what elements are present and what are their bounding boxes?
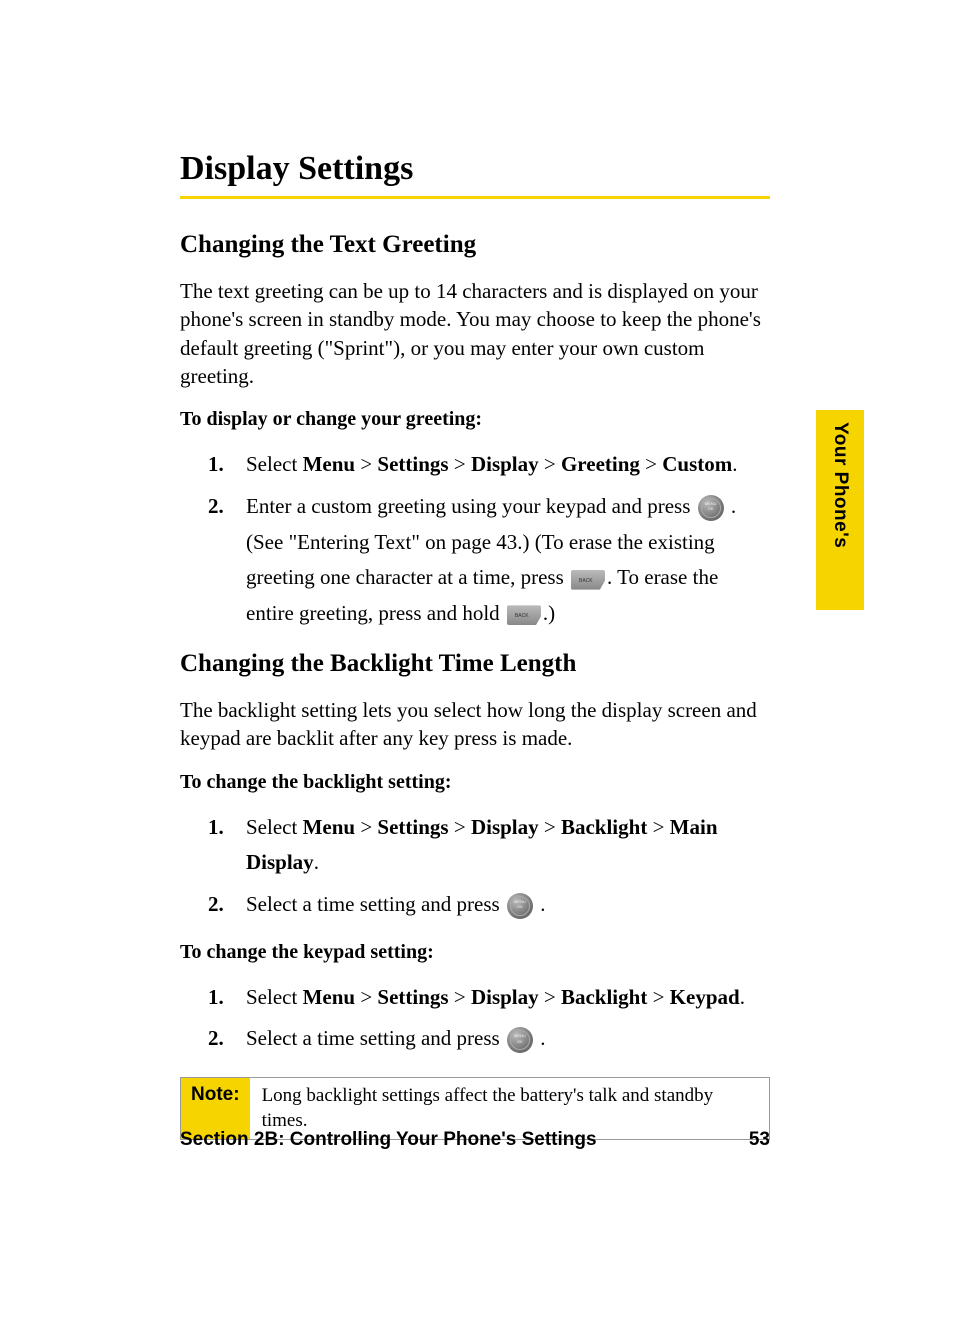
subheading-text-greeting: Changing the Text Greeting <box>180 231 770 259</box>
paragraph-text-greeting: The text greeting can be up to 14 charac… <box>180 277 770 390</box>
step-text: Select a time setting and press <box>246 892 505 916</box>
ok-button-icon <box>507 893 533 919</box>
step-number: 2. <box>208 489 224 525</box>
step-text: . <box>535 892 546 916</box>
step-number: 2. <box>208 1021 224 1057</box>
step-number: 1. <box>208 810 224 846</box>
list-item: 2. Enter a custom greeting using your ke… <box>208 489 770 632</box>
list-item: 2. Select a time setting and press . <box>208 1021 770 1057</box>
section-tab-label: Your Phone's <box>829 422 851 548</box>
step-text: .) <box>543 601 555 625</box>
page-footer: Section 2B: Controlling Your Phone's Set… <box>180 1129 770 1151</box>
step-number: 1. <box>208 447 224 483</box>
separator: > <box>449 452 471 476</box>
menu-item: Settings <box>377 815 448 839</box>
menu-item: Backlight <box>561 985 647 1009</box>
step-text: Select a time setting and press <box>246 1026 505 1050</box>
footer-section-label: Section 2B: Controlling Your Phone's Set… <box>180 1129 597 1151</box>
separator: > <box>449 985 471 1009</box>
menu-item: Custom <box>662 452 732 476</box>
lead-display-greeting: To display or change your greeting: <box>180 408 770 431</box>
step-text: Select <box>246 452 303 476</box>
ok-button-icon <box>698 495 724 521</box>
menu-item: Greeting <box>561 452 640 476</box>
back-button-icon <box>571 570 605 590</box>
section-tab: Your Phone's <box>816 410 864 610</box>
menu-item: Display <box>471 815 539 839</box>
step-text: Select <box>246 815 303 839</box>
menu-item: Backlight <box>561 815 647 839</box>
period: . <box>314 850 319 874</box>
separator: > <box>647 985 669 1009</box>
footer-page-number: 53 <box>749 1129 770 1151</box>
separator: > <box>647 815 669 839</box>
period: . <box>732 452 737 476</box>
separator: > <box>539 815 561 839</box>
period: . <box>740 985 745 1009</box>
separator: > <box>355 985 377 1009</box>
list-item: 1. Select Menu > Settings > Display > Ba… <box>208 980 770 1016</box>
title-underline <box>180 196 770 199</box>
step-number: 2. <box>208 887 224 923</box>
separator: > <box>355 815 377 839</box>
menu-item: Display <box>471 452 539 476</box>
separator: > <box>640 452 662 476</box>
step-text: Enter a custom greeting using your keypa… <box>246 494 696 518</box>
lead-backlight: To change the backlight setting: <box>180 771 770 794</box>
menu-item: Keypad <box>670 985 740 1009</box>
paragraph-backlight: The backlight setting lets you select ho… <box>180 696 770 753</box>
list-item: 2. Select a time setting and press . <box>208 887 770 923</box>
page-title: Display Settings <box>180 150 770 188</box>
separator: > <box>539 452 561 476</box>
list-item: 1. Select Menu > Settings > Display > Ba… <box>208 810 770 881</box>
menu-item: Display <box>471 985 539 1009</box>
separator: > <box>449 815 471 839</box>
step-text: . <box>535 1026 546 1050</box>
steps-greeting: 1. Select Menu > Settings > Display > Gr… <box>208 447 770 631</box>
list-item: 1. Select Menu > Settings > Display > Gr… <box>208 447 770 483</box>
menu-item: Settings <box>377 452 448 476</box>
separator: > <box>539 985 561 1009</box>
steps-backlight: 1. Select Menu > Settings > Display > Ba… <box>208 810 770 923</box>
menu-item: Settings <box>377 985 448 1009</box>
menu-item: Menu <box>303 815 356 839</box>
step-text: Select <box>246 985 303 1009</box>
page-content: Display Settings Changing the Text Greet… <box>180 150 770 1160</box>
steps-keypad: 1. Select Menu > Settings > Display > Ba… <box>208 980 770 1057</box>
menu-item: Menu <box>303 452 356 476</box>
lead-keypad: To change the keypad setting: <box>180 941 770 964</box>
ok-button-icon <box>507 1027 533 1053</box>
step-number: 1. <box>208 980 224 1016</box>
subheading-backlight: Changing the Backlight Time Length <box>180 650 770 678</box>
separator: > <box>355 452 377 476</box>
back-button-icon <box>507 605 541 625</box>
menu-item: Menu <box>303 985 356 1009</box>
